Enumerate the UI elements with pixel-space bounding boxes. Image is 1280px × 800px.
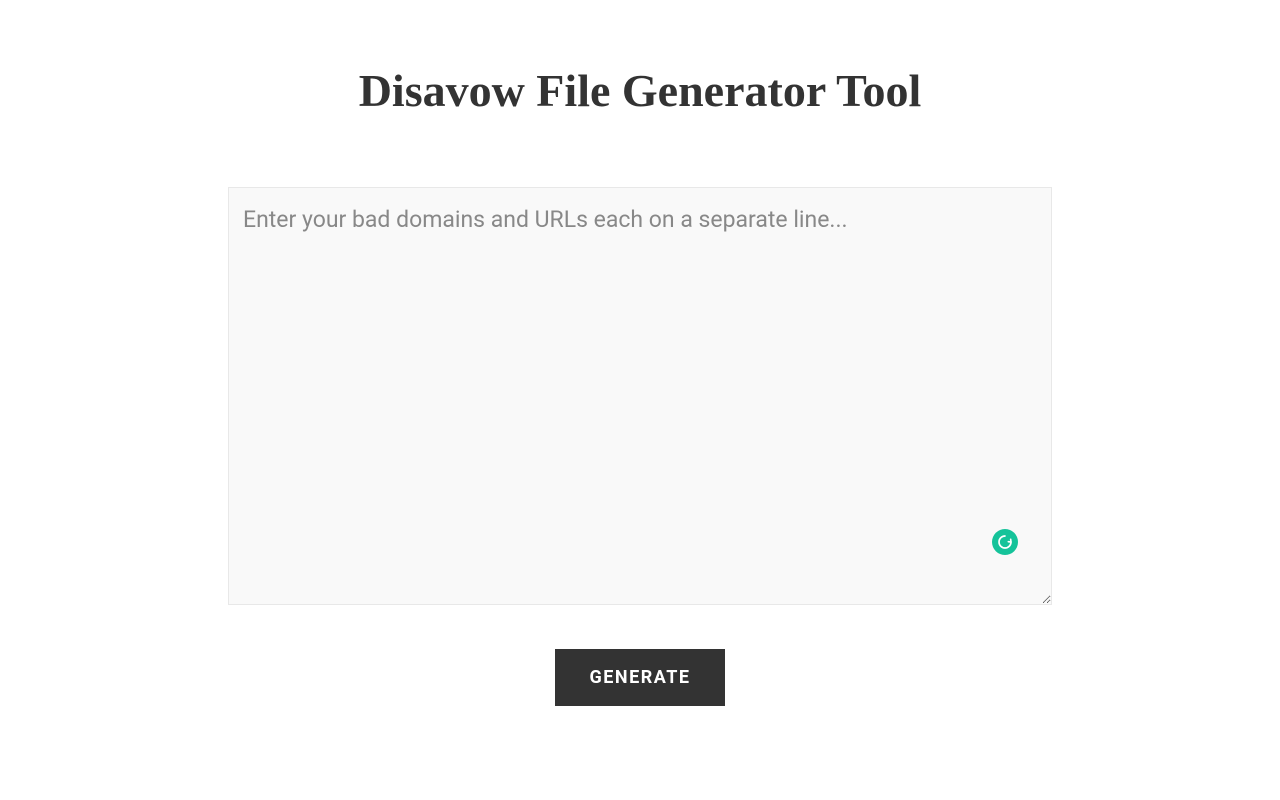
main-container: Disavow File Generator Tool GENERATE <box>0 0 1280 706</box>
generate-button[interactable]: GENERATE <box>555 649 724 706</box>
domains-input[interactable] <box>228 187 1052 605</box>
page-title: Disavow File Generator Tool <box>359 64 922 117</box>
textarea-wrapper <box>228 187 1052 609</box>
